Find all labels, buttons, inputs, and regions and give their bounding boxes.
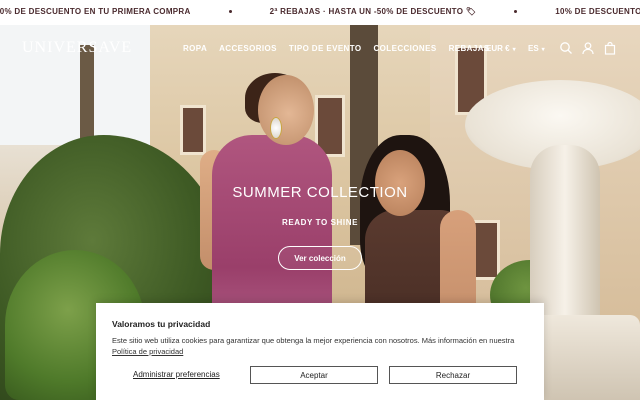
nav-item-tipo-de-evento[interactable]: TIPO DE EVENTO: [289, 44, 362, 53]
site-header: UNIVERSAVE ROPA ACCESORIOS TIPO DE EVENT…: [0, 25, 640, 71]
nav-item-rebajas[interactable]: REBAJAS: [449, 44, 490, 53]
cookie-body: Este sitio web utiliza cookies para gara…: [112, 336, 515, 345]
reject-button[interactable]: Rechazar: [389, 366, 517, 384]
accept-label: Aceptar: [300, 370, 328, 380]
hero-subtitle: READY TO SHINE: [281, 218, 359, 227]
language-selector[interactable]: ES ▾: [528, 44, 545, 53]
announcement-item: 10% DE DESCUENTO EN TU PRIMERA COMPRA: [0, 7, 191, 16]
reject-label: Rechazar: [435, 370, 471, 380]
announcement-item: 10% DE DESCUENTO EN TU PRIMERA COMPRA: [555, 7, 640, 16]
announcement-track: 10% DE DESCUENTO EN TU PRIMERA COMPRA 2ª…: [0, 7, 640, 16]
account-icon[interactable]: [581, 41, 595, 55]
nav-item-colecciones[interactable]: COLECCIONES: [374, 44, 437, 53]
model-right-face: [375, 150, 425, 216]
hero-title: SUMMER COLLECTION: [232, 184, 408, 201]
nav-item-label: REBAJAS: [448, 44, 490, 53]
separator-dot: [228, 10, 232, 13]
building-window: [180, 105, 206, 155]
nav-item-label: ROPA: [183, 44, 208, 53]
nav-item-accesorios[interactable]: ACCESORIOS: [219, 44, 277, 53]
cart-icon[interactable]: [603, 41, 617, 55]
chevron-down-icon: ▾: [512, 47, 516, 53]
privacy-policy-link[interactable]: Política de privacidad: [112, 347, 183, 356]
earring: [270, 117, 282, 139]
nav-item-label: ACCESORIOS: [219, 44, 277, 53]
chevron-down-icon: ▾: [541, 47, 545, 53]
model-left-face: [258, 75, 314, 145]
manage-preferences-link[interactable]: Administrar preferencias: [133, 370, 220, 379]
site-logo[interactable]: UNIVERSAVE: [22, 39, 132, 57]
announcement-item: 2ª REBAJAS · HASTA UN -50% DE DESCUENTO …: [269, 7, 477, 16]
language-label: ES: [528, 44, 539, 53]
view-collection-button[interactable]: Ver colección: [278, 246, 362, 270]
currency-selector[interactable]: EUR € ▾: [486, 44, 516, 53]
separator-dot: [514, 10, 518, 13]
cookie-text: Este sitio web utiliza cookies para gara…: [112, 335, 532, 357]
nav-item-ropa[interactable]: ROPA: [183, 44, 207, 53]
announcement-bar: 10% DE DESCUENTO EN TU PRIMERA COMPRA 2ª…: [0, 0, 640, 25]
nav-item-label: COLECCIONES: [373, 44, 437, 53]
accept-button[interactable]: Aceptar: [250, 366, 378, 384]
main-nav: ROPA ACCESORIOS TIPO DE EVENTO COLECCION…: [183, 44, 502, 53]
search-icon[interactable]: [559, 41, 573, 55]
cookie-consent-panel: Valoramos tu privacidad Este sitio web u…: [96, 303, 544, 400]
nav-item-label: TIPO DE EVENTO: [288, 44, 362, 53]
cookie-title: Valoramos tu privacidad: [112, 319, 211, 329]
currency-label: EUR €: [486, 44, 510, 53]
view-collection-label: Ver colección: [294, 253, 346, 263]
